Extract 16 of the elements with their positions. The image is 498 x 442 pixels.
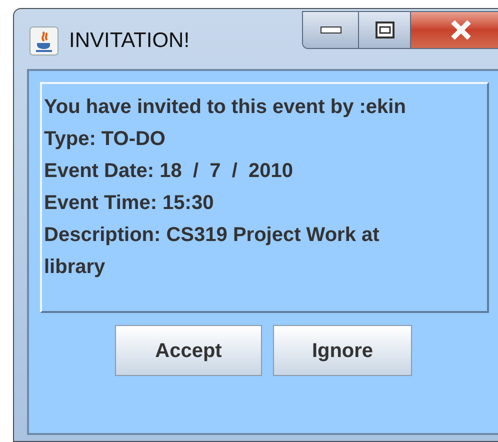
- window-title: INVITATION!: [69, 28, 190, 54]
- dialog-button[interactable]: Accept: [115, 325, 262, 376]
- minimize-button[interactable]: [303, 12, 359, 48]
- dialog-button[interactable]: Ignore: [273, 325, 412, 376]
- coffee-cup-icon: [29, 26, 59, 56]
- message-line: Type: TO-DO: [44, 127, 166, 152]
- message-line: You have invited to this event by :ekin: [44, 95, 407, 120]
- message-line: Event Date: 18 / 7 / 2010: [44, 159, 294, 184]
- maximize-button[interactable]: [359, 12, 411, 48]
- close-button[interactable]: [411, 12, 498, 48]
- message-line: Description: CS319 Project Work at: [44, 223, 380, 248]
- message-line: Event Time: 15:30: [44, 191, 215, 216]
- close-icon: [450, 20, 472, 40]
- restore-icon: [374, 21, 394, 39]
- message-line: library: [44, 255, 106, 280]
- minimize-icon: [320, 26, 342, 34]
